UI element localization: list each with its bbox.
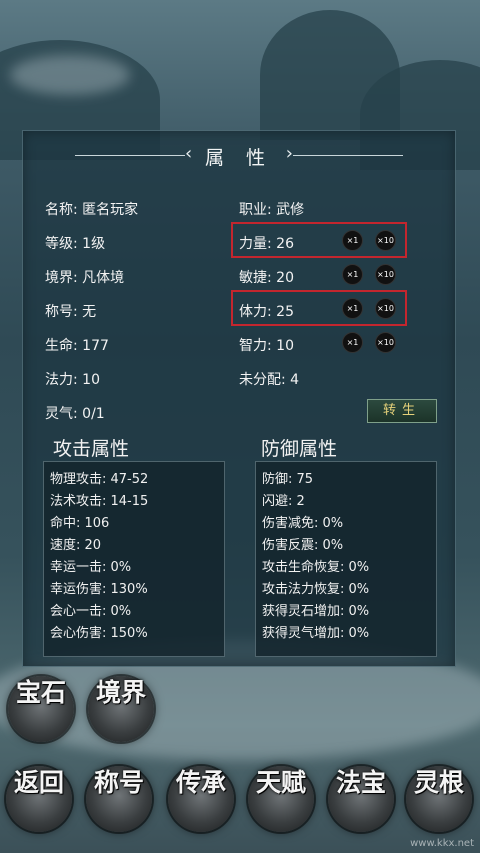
agility-add-10-button[interactable]: ×10 [375,264,396,285]
panel-title-bar: ‹ 属 性 › [23,141,455,171]
attr-nickname: 称号: 无 [45,304,97,320]
talent-button-label: 天赋 [255,768,306,797]
panel-title: 属 性 [204,147,274,169]
watermark: www.kkx.net [410,838,474,849]
defense-stat: 伤害减免: 0% [262,516,344,531]
treasure-button[interactable]: 法宝 [328,766,394,832]
title-button-label: 称号 [93,768,144,797]
gem-button[interactable]: 宝石 [8,676,74,742]
attack-stat: 幸运伤害: 130% [50,582,148,597]
attack-stat: 会心一击: 0% [50,604,132,619]
attr-intellect: 智力: 10 [239,338,294,354]
defense-stat: 攻击生命恢复: 0% [262,560,370,575]
defense-stat: 防御: 75 [262,472,314,487]
defense-stat: 伤害反震: 0% [262,538,344,553]
attr-hp: 生命: 177 [45,338,109,354]
spirit-root-button[interactable]: 灵根 [406,766,472,832]
realm-button-label: 境界 [95,678,146,707]
attr-realm: 境界: 凡体境 [45,270,125,286]
inherit-button[interactable]: 传承 [168,766,234,832]
intellect-add-1-button[interactable]: ×1 [342,332,363,353]
treasure-button-label: 法宝 [335,768,386,797]
attack-stat: 速度: 20 [50,538,102,553]
attr-mana: 法力: 10 [45,372,100,388]
attr-stamina: 体力: 25 [239,304,294,320]
agility-add-1-button[interactable]: ×1 [342,264,363,285]
attribute-panel: ‹ 属 性 › 名称: 匿名玩家 等级: 1级 境界: 凡体境 称号: 无 生命… [22,130,456,667]
defense-stat: 获得灵石增加: 0% [262,604,370,619]
title-divider-right [293,155,403,156]
defense-stat: 获得灵气增加: 0% [262,626,370,641]
talent-button[interactable]: 天赋 [248,766,314,832]
inherit-button-label: 传承 [175,768,226,797]
stamina-add-1-button[interactable]: ×1 [342,298,363,319]
strength-add-1-button[interactable]: ×1 [342,230,363,251]
rebirth-button[interactable]: 转生 [367,399,437,423]
attr-agility: 敏捷: 20 [239,270,294,286]
defense-stat: 攻击法力恢复: 0% [262,582,370,597]
attack-stat: 物理攻击: 47-52 [50,472,149,487]
back-button[interactable]: 返回 [6,766,72,832]
spirit-root-button-label: 灵根 [413,768,464,797]
defense-stat: 闪避: 2 [262,494,305,509]
realm-button[interactable]: 境界 [88,676,154,742]
attr-name: 名称: 匿名玩家 [45,202,139,218]
attr-spirit: 灵气: 0/1 [45,406,105,422]
attack-stat: 法术攻击: 14-15 [50,494,149,509]
strength-add-10-button[interactable]: ×10 [375,230,396,251]
intellect-add-10-button[interactable]: ×10 [375,332,396,353]
attr-strength: 力量: 26 [239,236,294,252]
back-button-label: 返回 [13,768,64,797]
attack-stat: 命中: 106 [50,516,110,531]
attack-stat: 幸运一击: 0% [50,560,132,575]
attack-stats-box: 物理攻击: 47-52 法术攻击: 14-15 命中: 106 速度: 20 幸… [43,461,225,657]
attr-profession: 职业: 武修 [239,202,305,218]
attr-unallocated: 未分配: 4 [239,372,300,388]
gem-button-label: 宝石 [15,678,66,707]
defense-stats-box: 防御: 75 闪避: 2 伤害减免: 0% 伤害反震: 0% 攻击生命恢复: 0… [255,461,437,657]
title-arrow-right-icon: › [285,143,293,164]
defense-section-title: 防御属性 [261,438,338,460]
attack-stat: 会心伤害: 150% [50,626,148,641]
attr-level: 等级: 1级 [45,236,106,252]
title-button[interactable]: 称号 [86,766,152,832]
stamina-add-10-button[interactable]: ×10 [375,298,396,319]
attack-section-title: 攻击属性 [53,438,130,460]
